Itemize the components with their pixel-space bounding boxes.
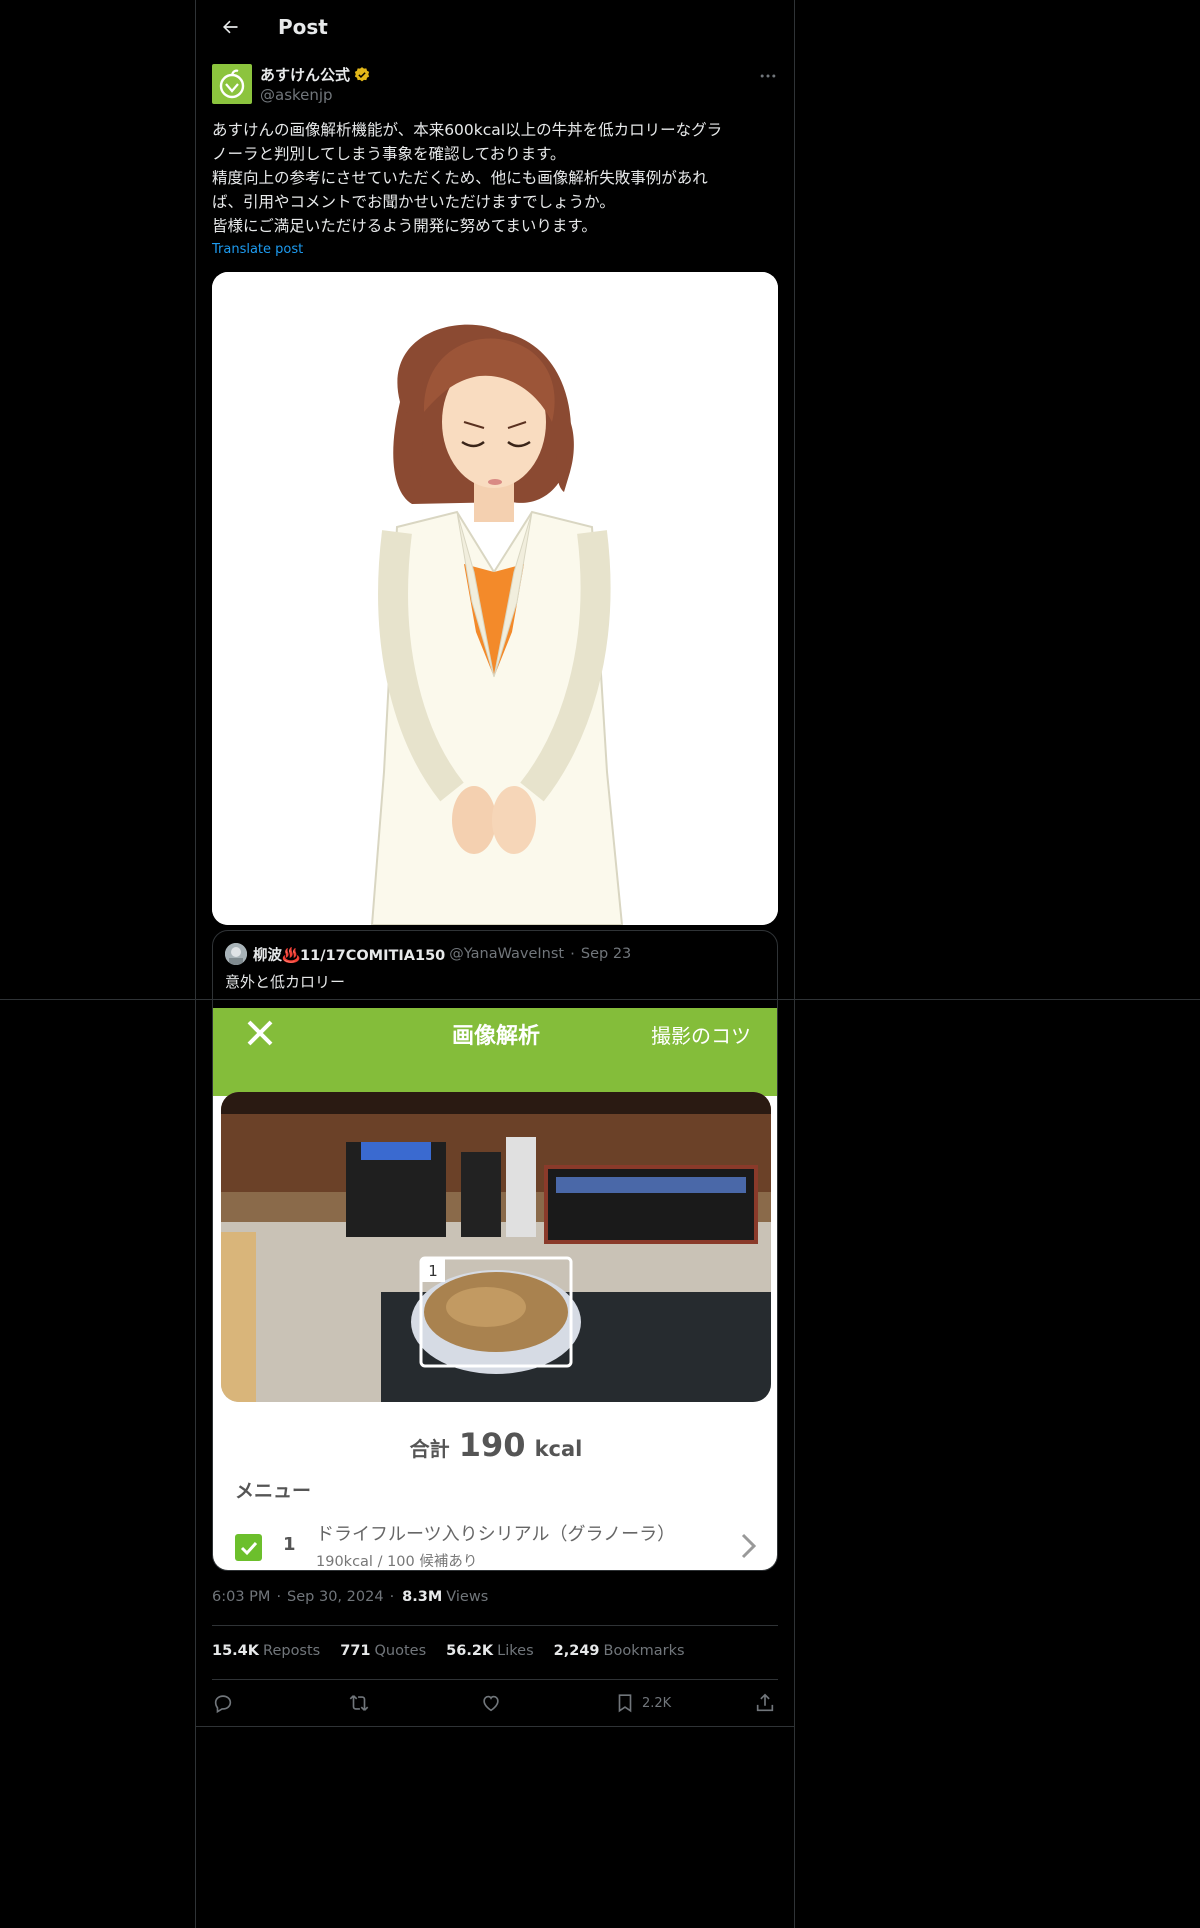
- food-photo: 1: [221, 1092, 771, 1402]
- quoted-avatar: [225, 943, 247, 965]
- bookmarks-stat[interactable]: 2,249 Bookmarks: [554, 1643, 685, 1659]
- column-border-right: [794, 0, 795, 1928]
- bookmark-icon: [618, 1694, 632, 1713]
- share-button[interactable]: [754, 1692, 776, 1714]
- views-count: 8.3M: [402, 1589, 443, 1605]
- divider: [212, 1679, 778, 1680]
- post-column: Post あすけん公式 @askenjp あすけんの画像解析機能が、本来600k…: [196, 0, 794, 1727]
- column-border-left: [195, 0, 196, 1928]
- avatar[interactable]: [212, 64, 252, 104]
- header: Post: [196, 0, 794, 53]
- total-unit: kcal: [534, 1437, 583, 1461]
- quoted-author-handle: @YanaWaveInst: [449, 946, 565, 962]
- author-name-row: あすけん公式: [260, 64, 371, 85]
- apple-logo-icon: [219, 69, 245, 99]
- gyudon-photo-image: 1: [221, 1092, 771, 1402]
- verified-badge-icon[interactable]: [353, 66, 371, 84]
- post-date[interactable]: Sep 30, 2024: [287, 1589, 384, 1605]
- menu-item-detail: 190kcal / 100 候補あり: [316, 1554, 478, 1570]
- dot-separator: ·: [570, 945, 575, 963]
- photo-marker: 1: [428, 1262, 438, 1280]
- repost-button[interactable]: [348, 1692, 370, 1714]
- divider: [196, 1726, 794, 1727]
- page-title: Post: [278, 14, 328, 39]
- author-row: あすけん公式 @askenjp: [212, 64, 778, 106]
- dot-separator: ·: [389, 1589, 395, 1605]
- more-button[interactable]: [758, 66, 778, 90]
- author-info: あすけん公式 @askenjp: [260, 64, 371, 104]
- menu-item-number: 1: [283, 1534, 296, 1555]
- post-text: あすけんの画像解析機能が、本来600kcal以上の牛丼を低カロリーなグラ ノーラ…: [212, 121, 723, 235]
- app-header-bar: 画像解析 撮影のコツ: [213, 1008, 777, 1096]
- total-label: 合計: [409, 1437, 450, 1461]
- quoted-avatar-image-icon: [225, 943, 247, 965]
- total-value: 190: [458, 1426, 526, 1464]
- like-icon: [483, 1695, 499, 1712]
- repost-icon: [349, 1695, 369, 1711]
- quoted-author-name: 柳波♨️11/17COMITIA150: [253, 947, 446, 964]
- checkbox-icon: [235, 1534, 262, 1561]
- quoted-image: 画像解析 撮影のコツ 1 合計 190 kcal メニュー 1 ドライフルーツ入…: [213, 1008, 777, 1570]
- back-arrow-icon: [223, 20, 238, 33]
- back-button[interactable]: [212, 9, 248, 45]
- menu-item: 1 ドライフルーツ入りシリアル（グラノーラ） 190kcal / 100 候補あ…: [213, 1516, 777, 1570]
- action-bar: 2.2K: [212, 1688, 778, 1718]
- quotes-stat[interactable]: 771 Quotes: [340, 1643, 426, 1659]
- quoted-post-header: 柳波♨️11/17COMITIA150 @YanaWaveInst · Sep …: [213, 931, 777, 965]
- chevron-right-icon: [741, 1533, 757, 1559]
- quoted-date: Sep 23: [580, 946, 632, 962]
- bookmark-button[interactable]: 2.2K: [614, 1692, 671, 1714]
- views-label: Views: [446, 1589, 489, 1605]
- bookmark-count: 2.2K: [642, 1695, 672, 1711]
- quoted-post[interactable]: 柳波♨️11/17COMITIA150 @YanaWaveInst · Sep …: [212, 930, 778, 1571]
- translate-link[interactable]: Translate post: [212, 242, 303, 257]
- divider: [212, 1625, 778, 1626]
- share-icon: [756, 1693, 774, 1712]
- post-image[interactable]: [212, 272, 778, 925]
- post-time[interactable]: 6:03 PM: [212, 1589, 270, 1605]
- reposts-stat[interactable]: 15.4K Reposts: [212, 1643, 320, 1659]
- author-name[interactable]: あすけん公式: [260, 64, 350, 85]
- reply-button[interactable]: [212, 1692, 234, 1714]
- illustration: [212, 272, 778, 925]
- app-tips-link: 撮影のコツ: [651, 1024, 751, 1048]
- menu-item-name: ドライフルーツ入りシリアル（グラノーラ）: [316, 1524, 676, 1545]
- dot-separator: ·: [276, 1589, 282, 1605]
- engagement-stats: 15.4K Reposts 771 Quotes 56.2K Likes 2,249 B…: [212, 1643, 685, 1659]
- total-calories: 合計 190 kcal: [213, 1426, 777, 1464]
- like-button[interactable]: [480, 1692, 502, 1714]
- author-handle[interactable]: @askenjp: [260, 86, 371, 104]
- quoted-text: 意外と低カロリー: [225, 973, 346, 991]
- likes-stat[interactable]: 56.2K Likes: [446, 1643, 533, 1659]
- menu-title: メニュー: [235, 1480, 312, 1502]
- post-meta: 6:03 PM · Sep 30, 2024 · 8.3M Views: [212, 1589, 488, 1605]
- more-icon: [760, 74, 776, 78]
- reply-icon: [214, 1695, 232, 1714]
